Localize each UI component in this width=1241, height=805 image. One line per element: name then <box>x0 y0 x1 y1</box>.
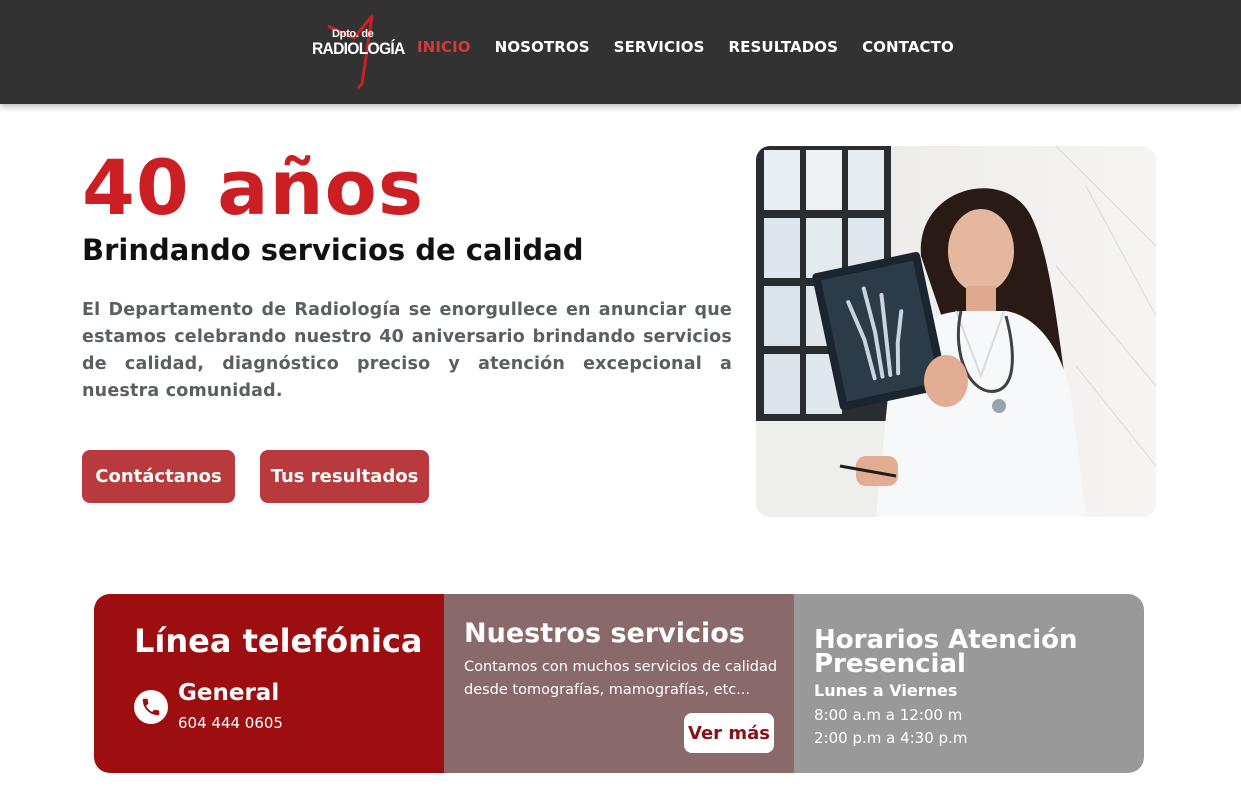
nav-resultados[interactable]: RESULTADOS <box>729 38 839 56</box>
nav-inicio[interactable]: INICIO <box>417 38 471 56</box>
phone-icon <box>134 690 168 724</box>
phone-label: General <box>178 680 280 706</box>
contact-button[interactable]: Contáctanos <box>82 450 235 503</box>
doctor-xray-photo <box>756 146 1156 517</box>
radiology-logo[interactable]: Dpto. de RADIOLOGÍA <box>310 12 405 92</box>
nav-contacto[interactable]: CONTACTO <box>862 38 954 56</box>
info-cards: Línea telefónica General 604 444 0605 Nu… <box>94 594 1144 773</box>
logo-line2: RADIOLOGÍA <box>312 39 405 58</box>
hero-subtitle: Brindando servicios de calidad <box>82 233 584 267</box>
hours-days: Lunes a Viernes <box>814 681 958 700</box>
hero-paragraph: El Departamento de Radiología se enorgul… <box>82 300 732 401</box>
phone-card: Línea telefónica General 604 444 0605 <box>94 594 444 773</box>
nav-nosotros[interactable]: NOSOTROS <box>495 38 590 56</box>
services-card: Nuestros servicios Contamos con muchos s… <box>444 594 794 773</box>
see-more-button[interactable]: Ver más <box>684 713 774 753</box>
hero-title: 40 años <box>82 143 425 232</box>
hours-slot-morning: 8:00 a.m a 12:00 m <box>814 706 963 724</box>
hours-card-title: Horarios Atención Presencial <box>814 625 1078 679</box>
site-header: Dpto. de RADIOLOGÍA INICIO NOSOTROS SERV… <box>0 0 1241 104</box>
phone-number[interactable]: 604 444 0605 <box>178 714 283 732</box>
phone-card-title: Línea telefónica <box>134 622 423 660</box>
services-card-title: Nuestros servicios <box>464 618 745 649</box>
main-nav: INICIO NOSOTROS SERVICIOS RESULTADOS CON… <box>417 38 954 56</box>
results-button[interactable]: Tus resultados <box>260 450 429 503</box>
hours-card: Horarios Atención Presencial Lunes a Vie… <box>794 594 1144 773</box>
nav-servicios[interactable]: SERVICIOS <box>614 38 705 56</box>
services-card-text: Contamos con muchos servicios de calidad… <box>464 659 778 698</box>
hours-slot-afternoon: 2:00 p.m a 4:30 p.m <box>814 729 968 747</box>
